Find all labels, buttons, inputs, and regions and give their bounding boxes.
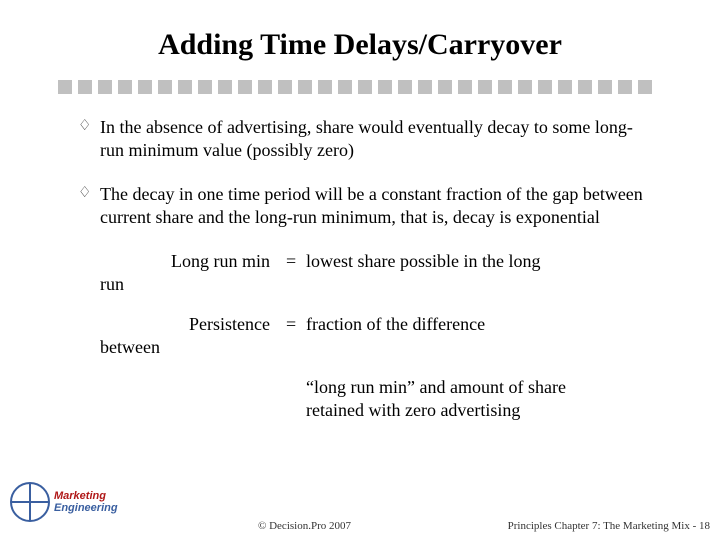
- def-desc: lowest share possible in the long: [306, 250, 650, 273]
- definition-block: Long run min = lowest share possible in …: [100, 250, 650, 295]
- definitions: Long run min = lowest share possible in …: [100, 250, 650, 421]
- logo-line-1: Marketing: [54, 490, 118, 502]
- compass-icon: [10, 482, 50, 522]
- page-reference: Principles Chapter 7: The Marketing Mix …: [508, 520, 710, 532]
- slide-content: ♢ In the absence of advertising, share w…: [0, 94, 720, 421]
- def-term-cont: between: [100, 336, 650, 359]
- divider-squares: [0, 80, 720, 94]
- closing-text: “long run min” and amount of share retai…: [100, 376, 650, 421]
- bullet-text: The decay in one time period will be a c…: [100, 184, 643, 227]
- bullet-item: ♢ In the absence of advertising, share w…: [100, 116, 650, 161]
- logo-text: Marketing Engineering: [54, 490, 118, 514]
- slide-title: Adding Time Delays/Carryover: [0, 0, 720, 80]
- definition-block: Persistence = fraction of the difference…: [100, 313, 650, 358]
- diamond-icon: ♢: [78, 117, 91, 136]
- bullet-text: In the absence of advertising, share wou…: [100, 117, 633, 160]
- def-term: Persistence: [100, 313, 270, 336]
- brand-logo: Marketing Engineering: [10, 482, 118, 522]
- def-term-cont: run: [100, 273, 650, 296]
- def-desc: fraction of the difference: [306, 313, 650, 336]
- closing-line: “long run min” and amount of share: [306, 376, 650, 399]
- closing-line: retained with zero advertising: [306, 399, 650, 422]
- equals-sign: =: [270, 250, 306, 273]
- def-term: Long run min: [100, 250, 270, 273]
- copyright-text: © Decision.Pro 2007: [258, 520, 351, 532]
- equals-sign: =: [270, 313, 306, 336]
- bullet-item: ♢ The decay in one time period will be a…: [100, 183, 650, 228]
- logo-line-2: Engineering: [54, 502, 118, 514]
- diamond-icon: ♢: [78, 184, 91, 203]
